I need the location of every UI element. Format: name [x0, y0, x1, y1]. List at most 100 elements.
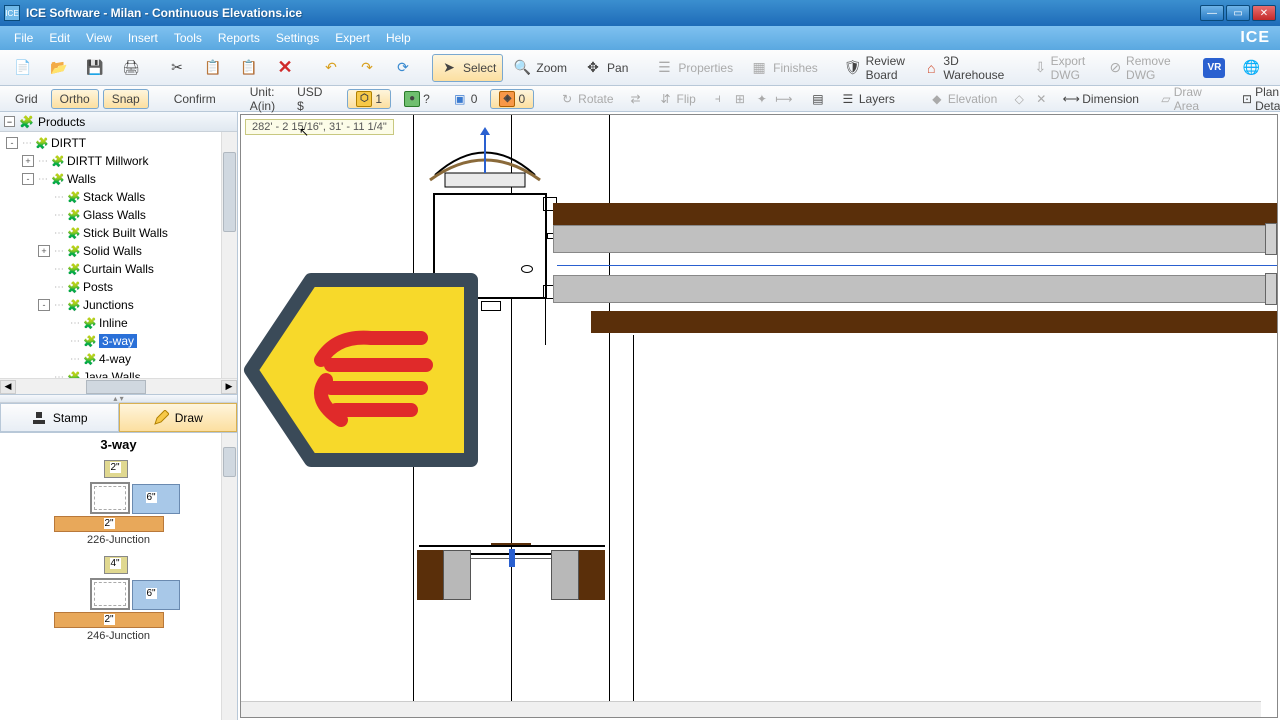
- preview-item[interactable]: 4"6"2"246-Junction: [0, 552, 237, 648]
- tree-collapse-icon[interactable]: −: [4, 116, 15, 127]
- menu-file[interactable]: File: [6, 29, 41, 47]
- badge-1[interactable]: ⬡1: [347, 89, 391, 109]
- tree-vscroll-thumb[interactable]: [223, 152, 236, 232]
- menu-tools[interactable]: Tools: [166, 29, 210, 47]
- refresh-button[interactable]: ⟳: [386, 54, 420, 82]
- unit-display[interactable]: Unit: A(in): [241, 89, 284, 109]
- print-button[interactable]: 🖨: [114, 54, 148, 82]
- 3d-warehouse-button[interactable]: ⌂3D Warehouse: [916, 54, 1015, 82]
- snap-to-button[interactable]: ✦: [753, 89, 771, 109]
- tree-item-glass-walls[interactable]: ⋯🧩Glass Walls: [0, 206, 237, 224]
- expand-toggle[interactable]: +: [22, 155, 34, 167]
- section-button[interactable]: ◇: [1010, 89, 1028, 109]
- guide-button[interactable]: ⟼: [775, 89, 793, 109]
- open-button[interactable]: 📂: [42, 54, 76, 82]
- tree-item-posts[interactable]: ⋯🧩Posts: [0, 278, 237, 296]
- tree-item-4-way[interactable]: ⋯🧩4-way: [0, 350, 237, 368]
- badge-0a[interactable]: ▣0: [443, 89, 487, 109]
- tree-vscroll[interactable]: [221, 132, 237, 378]
- plan-icon: ⊡: [1242, 91, 1252, 107]
- distribute-button[interactable]: ⊞: [731, 89, 749, 109]
- redo-button[interactable]: ↷: [350, 54, 384, 82]
- minimize-button[interactable]: —: [1200, 5, 1224, 21]
- tree-item-curtain-walls[interactable]: ⋯🧩Curtain Walls: [0, 260, 237, 278]
- preview-vscroll-thumb[interactable]: [223, 447, 236, 477]
- draw-tab[interactable]: Draw: [119, 403, 238, 432]
- hscroll-left[interactable]: ◀: [0, 380, 16, 394]
- flip-button[interactable]: ⇵Flip: [649, 89, 705, 109]
- globe-button[interactable]: 🌐: [1234, 54, 1268, 82]
- tree-item-java-walls[interactable]: ⋯🧩Java Walls: [0, 368, 237, 378]
- dimension-button[interactable]: ⟷Dimension: [1054, 89, 1148, 109]
- layers-button[interactable]: ☰Layers: [831, 89, 904, 109]
- plan-detail-button[interactable]: ⊡Plan Detail: [1233, 89, 1280, 109]
- splitter[interactable]: ▴ ▾: [0, 395, 237, 403]
- elevation-button[interactable]: ◆Elevation: [920, 89, 1006, 109]
- vr-button[interactable]: VR: [1196, 54, 1232, 82]
- box-button[interactable]: 📦: [1270, 54, 1280, 82]
- draw-area-button[interactable]: ▱Draw Area: [1152, 89, 1217, 109]
- expand-toggle[interactable]: -: [6, 137, 18, 149]
- review-board-button[interactable]: 🛡Review Board: [837, 54, 914, 82]
- copy-button[interactable]: 📋: [196, 54, 230, 82]
- canvas-hscroll[interactable]: [241, 701, 1261, 717]
- paste-button[interactable]: 📋: [232, 54, 266, 82]
- export-dwg-button[interactable]: ⇩Export DWG: [1027, 54, 1100, 82]
- tree-item-dirtt-millwork[interactable]: +⋯🧩DIRTT Millwork: [0, 152, 237, 170]
- finishes-button[interactable]: ▦Finishes: [742, 54, 825, 82]
- hscroll-right[interactable]: ▶: [221, 380, 237, 394]
- remove-dwg-button[interactable]: ⊘Remove DWG: [1102, 54, 1185, 82]
- node-icon: 🧩: [67, 298, 81, 312]
- menu-settings[interactable]: Settings: [268, 29, 327, 47]
- zoom-tool[interactable]: 🔍Zoom: [505, 54, 574, 82]
- node-icon: 🧩: [67, 244, 81, 258]
- tree-item-dirtt[interactable]: -⋯🧩DIRTT: [0, 134, 237, 152]
- select-tool[interactable]: ➤Select: [432, 54, 503, 82]
- menu-expert[interactable]: Expert: [327, 29, 378, 47]
- ortho-toggle[interactable]: Ortho: [51, 89, 99, 109]
- menu-edit[interactable]: Edit: [41, 29, 78, 47]
- drawing-canvas[interactable]: 282' - 2 15/16", 31' - 11 1/4" ↖: [241, 115, 1277, 717]
- maximize-button[interactable]: ▭: [1226, 5, 1250, 21]
- expand-toggle[interactable]: +: [38, 245, 50, 257]
- cut-button[interactable]: ✂: [160, 54, 194, 82]
- menu-reports[interactable]: Reports: [210, 29, 268, 47]
- mirror-h-button[interactable]: ⇄: [627, 89, 645, 109]
- layers-icon-button[interactable]: ▤: [809, 89, 827, 109]
- new-button[interactable]: 📄: [6, 54, 40, 82]
- tree-item-stack-walls[interactable]: ⋯🧩Stack Walls: [0, 188, 237, 206]
- tree-item-junctions[interactable]: -⋯🧩Junctions: [0, 296, 237, 314]
- confirm-button[interactable]: Confirm: [165, 89, 225, 109]
- badge-q[interactable]: ●?: [395, 89, 439, 109]
- view3d-button[interactable]: ✕: [1032, 89, 1050, 109]
- tree-item-inline[interactable]: ⋯🧩Inline: [0, 314, 237, 332]
- save-button[interactable]: 💾: [78, 54, 112, 82]
- close-button[interactable]: ✕: [1252, 5, 1276, 21]
- currency-display[interactable]: USD $: [288, 89, 331, 109]
- pan-tool[interactable]: ✥Pan: [576, 54, 635, 82]
- delete-button[interactable]: ✕: [268, 54, 302, 82]
- menu-help[interactable]: Help: [378, 29, 419, 47]
- product-tree[interactable]: -⋯🧩DIRTT+⋯🧩DIRTT Millwork-⋯🧩Walls⋯🧩Stack…: [0, 132, 237, 378]
- stamp-tab[interactable]: Stamp: [0, 403, 119, 432]
- tree-item-stick-built-walls[interactable]: ⋯🧩Stick Built Walls: [0, 224, 237, 242]
- menu-view[interactable]: View: [78, 29, 120, 47]
- tree-item-3-way[interactable]: ⋯🧩3-way: [0, 332, 237, 350]
- menu-insert[interactable]: Insert: [120, 29, 166, 47]
- expand-toggle[interactable]: -: [22, 173, 34, 185]
- tree-hscroll-thumb[interactable]: [86, 380, 146, 394]
- tree-item-solid-walls[interactable]: +⋯🧩Solid Walls: [0, 242, 237, 260]
- rotate-button[interactable]: ↻Rotate: [550, 89, 622, 109]
- properties-button[interactable]: ☰Properties: [647, 54, 740, 82]
- badge-0b[interactable]: ◈0: [490, 89, 534, 109]
- expand-toggle[interactable]: -: [38, 299, 50, 311]
- snap-toggle[interactable]: Snap: [103, 89, 149, 109]
- preview-vscroll[interactable]: [221, 433, 237, 720]
- review-icon: 🛡: [844, 58, 862, 78]
- tree-item-walls[interactable]: -⋯🧩Walls: [0, 170, 237, 188]
- align-button[interactable]: ⫞: [709, 89, 727, 109]
- tree-hscroll[interactable]: ◀ ▶: [0, 378, 237, 394]
- grid-toggle[interactable]: Grid: [6, 89, 47, 109]
- preview-item[interactable]: 2"6"2"226-Junction: [0, 456, 237, 552]
- undo-button[interactable]: ↶: [314, 54, 348, 82]
